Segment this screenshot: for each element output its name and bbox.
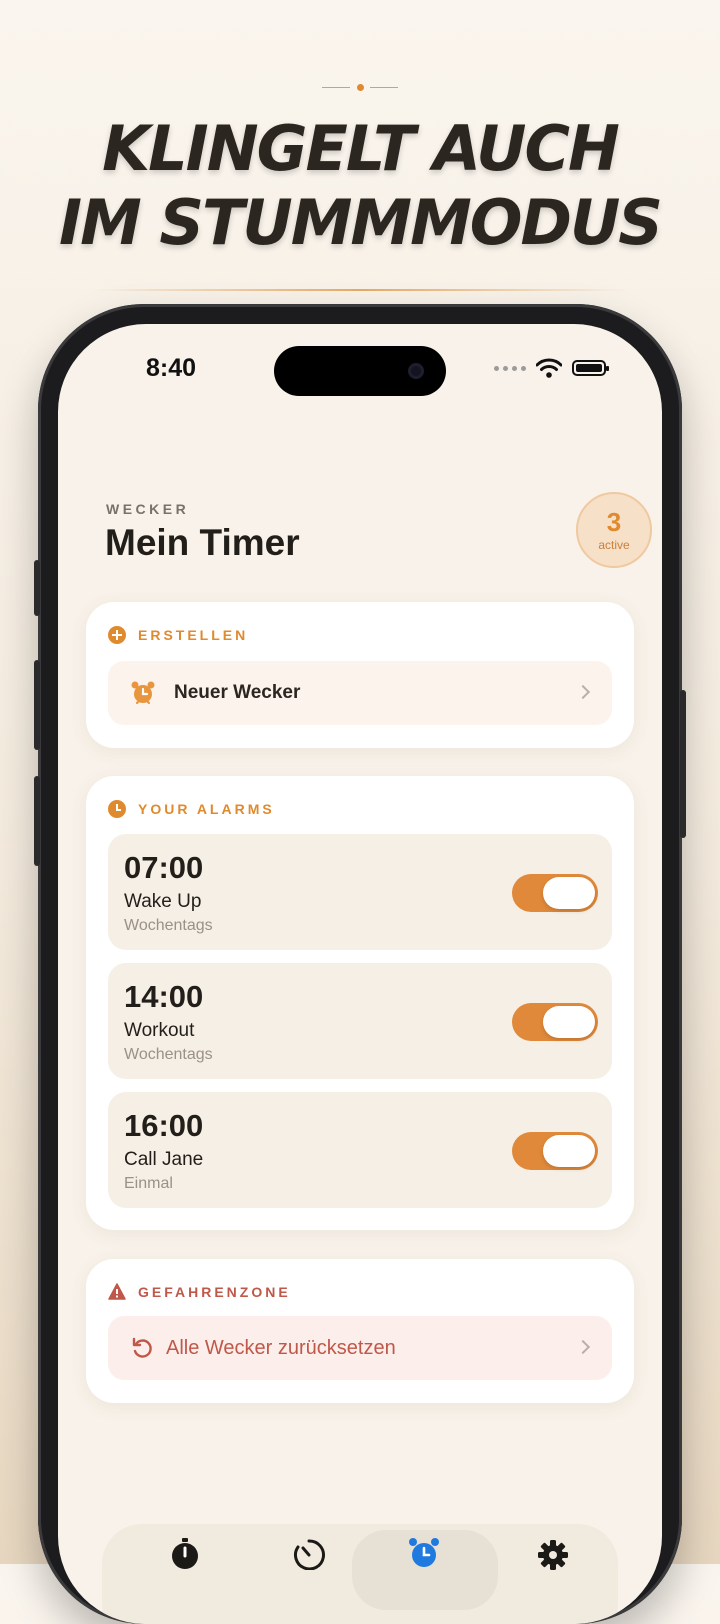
alarm-repeat: Einmal	[124, 1175, 173, 1192]
phone-screen: 8:40 WECKER Mein Timer 3 active ERSTELLE…	[58, 324, 662, 1624]
volume-down-button	[34, 776, 40, 866]
alarm-row[interactable]: 14:00 Workout Wochentags	[108, 963, 612, 1079]
alarms-section-header: YOUR ALARMS	[108, 800, 275, 818]
alarm-repeat: Wochentags	[124, 917, 213, 934]
headline-ornament	[322, 83, 398, 93]
alarm-toggle[interactable]	[512, 1132, 598, 1170]
alarm-repeat: Wochentags	[124, 1046, 213, 1063]
tab-alarm[interactable]	[407, 1536, 441, 1570]
page-eyebrow: WECKER	[106, 501, 190, 517]
chevron-right-icon	[575, 1339, 591, 1355]
alarm-time: 16:00	[124, 1108, 204, 1143]
stopwatch-icon	[172, 1538, 198, 1569]
marketing-headline: KLINGELT AUCH IM STUMMMODUS	[0, 112, 720, 260]
chevron-right-icon	[575, 684, 591, 700]
alarms-card: YOUR ALARMS 07:00 Wake Up Wochentags 14:…	[86, 776, 634, 1230]
warning-triangle-icon	[108, 1283, 126, 1300]
reset-all-alarms-label: Alle Wecker zurücksetzen	[166, 1336, 396, 1359]
alarm-time: 07:00	[124, 850, 204, 885]
alarm-clock-icon	[409, 1538, 439, 1567]
action-button	[34, 560, 40, 616]
phone-frame: 8:40 WECKER Mein Timer 3 active ERSTELLE…	[34, 304, 686, 1624]
side-button	[680, 690, 686, 838]
cellular-signal-icon	[494, 365, 526, 371]
new-alarm-label: Neuer Wecker	[174, 682, 301, 703]
alarms-section-title: YOUR ALARMS	[138, 801, 275, 817]
tab-settings[interactable]	[536, 1536, 570, 1570]
headline-line-1: KLINGELT AUCH	[102, 112, 620, 185]
alarm-row[interactable]: 07:00 Wake Up Wochentags	[108, 834, 612, 950]
volume-up-button	[34, 660, 40, 750]
danger-section-title: GEFAHRENZONE	[138, 1283, 291, 1300]
clock-icon	[108, 800, 126, 818]
reset-icon	[132, 1337, 152, 1358]
danger-section-header: GEFAHRENZONE	[108, 1283, 291, 1300]
new-alarm-button[interactable]: Neuer Wecker	[108, 661, 612, 725]
active-label: active	[598, 538, 630, 552]
timer-icon	[294, 1539, 325, 1570]
page-title: Mein Timer	[105, 522, 300, 563]
status-time: 8:40	[146, 354, 197, 382]
reset-all-alarms-button[interactable]: Alle Wecker zurücksetzen	[108, 1316, 612, 1380]
create-section-header: ERSTELLEN	[108, 626, 248, 644]
tab-timer[interactable]	[292, 1536, 326, 1570]
tab-bar	[102, 1524, 618, 1624]
alarm-toggle[interactable]	[512, 1003, 598, 1041]
alarm-name: Wake Up	[124, 891, 202, 912]
danger-zone-card: GEFAHRENZONE Alle Wecker zurücksetzen	[86, 1259, 634, 1403]
create-section-title: ERSTELLEN	[138, 627, 249, 643]
status-icons	[494, 358, 609, 378]
dynamic-island	[274, 346, 446, 396]
wifi-icon	[536, 358, 562, 378]
alarm-name: Workout	[124, 1020, 195, 1041]
alarm-row[interactable]: 16:00 Call Jane Einmal	[108, 1092, 612, 1208]
battery-icon	[572, 360, 609, 376]
active-count: 3	[606, 507, 622, 537]
headline-line-2: IM STUMMMODUS	[59, 186, 663, 259]
headline-divider	[90, 289, 630, 291]
alarm-clock-icon	[131, 681, 155, 705]
alarm-time: 14:00	[124, 979, 204, 1014]
gear-icon	[538, 1540, 568, 1570]
active-count-badge: 3 active	[576, 492, 652, 568]
plus-circle-icon	[108, 626, 126, 644]
create-card: ERSTELLEN Neuer Wecker	[86, 602, 634, 748]
tab-stopwatch[interactable]	[168, 1536, 202, 1570]
alarm-name: Call Jane	[124, 1149, 204, 1170]
alarm-toggle[interactable]	[512, 874, 598, 912]
